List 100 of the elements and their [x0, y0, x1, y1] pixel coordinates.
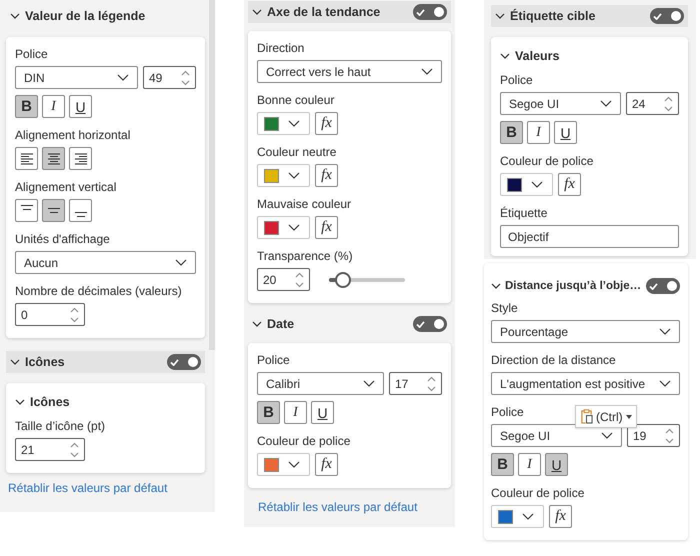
chevron-icon: [659, 328, 671, 335]
field-label: Style: [491, 301, 518, 315]
formula-button[interactable]: fx: [315, 216, 338, 239]
chevron-icon: [288, 172, 300, 179]
size-spinner[interactable]: 49: [143, 66, 196, 89]
check-icon: [416, 320, 425, 328]
chevron-icon: [491, 283, 501, 289]
color-picker[interactable]: [257, 112, 310, 135]
chevron-icon: [522, 513, 534, 520]
toggle-switch[interactable]: [413, 316, 447, 332]
section-header[interactable]: Distance jusqu’à l’obje…: [491, 275, 680, 297]
align-middle-icon: [46, 208, 60, 213]
check-icon: [653, 12, 662, 20]
alignment-button[interactable]: [15, 199, 38, 222]
format-button[interactable]: I: [518, 453, 541, 476]
toggle-switch[interactable]: [413, 4, 447, 20]
reset-defaults-link[interactable]: Rétablir les valeurs par défaut: [258, 500, 451, 514]
field-label: Police: [15, 47, 48, 61]
number-spinner[interactable]: 20: [257, 268, 310, 291]
reset-defaults-link[interactable]: Rétablir les valeurs par défaut: [8, 481, 205, 495]
field-label: Couleur de police: [491, 486, 584, 500]
chevron-icon: [175, 259, 187, 266]
color-picker[interactable]: [500, 173, 553, 196]
field-label: Unités d'affichage: [15, 232, 110, 246]
chevron-icon: [288, 224, 300, 231]
align-bottom-icon: [74, 212, 88, 216]
subsection-header[interactable]: Icônes: [15, 393, 70, 411]
format-button[interactable]: I: [284, 401, 307, 424]
number-spinner[interactable]: 0: [15, 303, 85, 326]
format-button[interactable]: U: [311, 401, 334, 424]
align-left-icon: [20, 152, 34, 164]
paste-options-button[interactable]: (Ctrl): [575, 405, 637, 428]
formula-button[interactable]: fx: [558, 173, 581, 196]
stepper-arrows-icon: [70, 442, 79, 458]
chevron-icon: [15, 399, 25, 405]
section-header[interactable]: Valeur de la légende: [6, 5, 205, 27]
check-icon: [170, 358, 179, 366]
field-label: Étiquette: [500, 206, 548, 220]
formula-button[interactable]: fx: [315, 112, 338, 135]
alignment-button[interactable]: [69, 147, 92, 170]
format-button[interactable]: I: [527, 121, 550, 144]
font-dropdown[interactable]: Segoe UI: [500, 92, 621, 115]
text-field[interactable]: Objectif: [500, 225, 679, 248]
field-label: Direction: [257, 41, 304, 55]
dropdown[interactable]: Correct vers le haut: [257, 60, 442, 83]
section-header[interactable]: Icônes: [6, 351, 205, 373]
chevron-icon: [659, 380, 671, 387]
format-button[interactable]: B: [491, 453, 514, 476]
size-spinner[interactable]: 17: [389, 372, 442, 395]
formula-button[interactable]: fx: [315, 164, 338, 187]
color-picker[interactable]: [257, 164, 310, 187]
field-label: Alignement horizontal: [15, 128, 130, 142]
chevron-icon: [252, 321, 262, 327]
format-button[interactable]: B: [257, 401, 280, 424]
chevron-icon: [421, 68, 433, 75]
alignment-button[interactable]: [15, 147, 38, 170]
size-spinner[interactable]: 19: [627, 424, 680, 447]
align-top-icon: [20, 204, 34, 210]
alignment-button[interactable]: [42, 147, 65, 170]
alignment-button[interactable]: [42, 199, 65, 222]
caret-icon: [626, 414, 632, 418]
font-dropdown[interactable]: Segoe UI: [491, 424, 622, 447]
format-button[interactable]: B: [15, 95, 38, 118]
field-label: Police: [500, 73, 533, 87]
number-spinner[interactable]: 21: [15, 438, 85, 461]
dropdown[interactable]: L'augmentation est positive: [491, 372, 680, 395]
check-icon: [649, 282, 658, 290]
stepper-arrows-icon: [664, 96, 673, 112]
field-label: Couleur de police: [500, 154, 594, 168]
color-picker[interactable]: [257, 216, 310, 239]
stepper-arrows-icon: [427, 376, 436, 392]
chevron-icon: [10, 13, 20, 19]
format-button[interactable]: I: [42, 95, 65, 118]
font-dropdown[interactable]: Calibri: [257, 372, 384, 395]
field-label: Couleur neutre: [257, 145, 336, 159]
font-dropdown[interactable]: DIN: [15, 66, 138, 89]
chevron-icon: [288, 461, 300, 468]
dropdown[interactable]: Aucun: [15, 251, 196, 274]
section-header[interactable]: Date: [248, 313, 451, 335]
toggle-switch[interactable]: [646, 278, 680, 294]
section-header[interactable]: Axe de la tendance: [248, 1, 451, 23]
format-button[interactable]: U: [545, 453, 568, 476]
toggle-switch[interactable]: [650, 8, 684, 24]
color-picker[interactable]: [491, 505, 544, 528]
alignment-button[interactable]: [69, 199, 92, 222]
format-button[interactable]: U: [69, 95, 92, 118]
formula-button[interactable]: fx: [315, 453, 338, 476]
color-picker[interactable]: [257, 453, 310, 476]
formula-button[interactable]: fx: [549, 505, 572, 528]
format-button[interactable]: U: [554, 121, 577, 144]
format-button[interactable]: B: [500, 121, 523, 144]
chevron-icon: [601, 432, 613, 439]
section-header[interactable]: Étiquette cible: [491, 5, 688, 27]
toggle-switch[interactable]: [167, 354, 201, 370]
subsection-header[interactable]: Valeurs: [500, 47, 560, 65]
field-label: Bonne couleur: [257, 93, 334, 107]
size-spinner[interactable]: 24: [626, 92, 679, 115]
chevron-icon: [500, 53, 510, 59]
dropdown[interactable]: Pourcentage: [491, 320, 680, 343]
field-label: Couleur de police: [257, 434, 350, 448]
